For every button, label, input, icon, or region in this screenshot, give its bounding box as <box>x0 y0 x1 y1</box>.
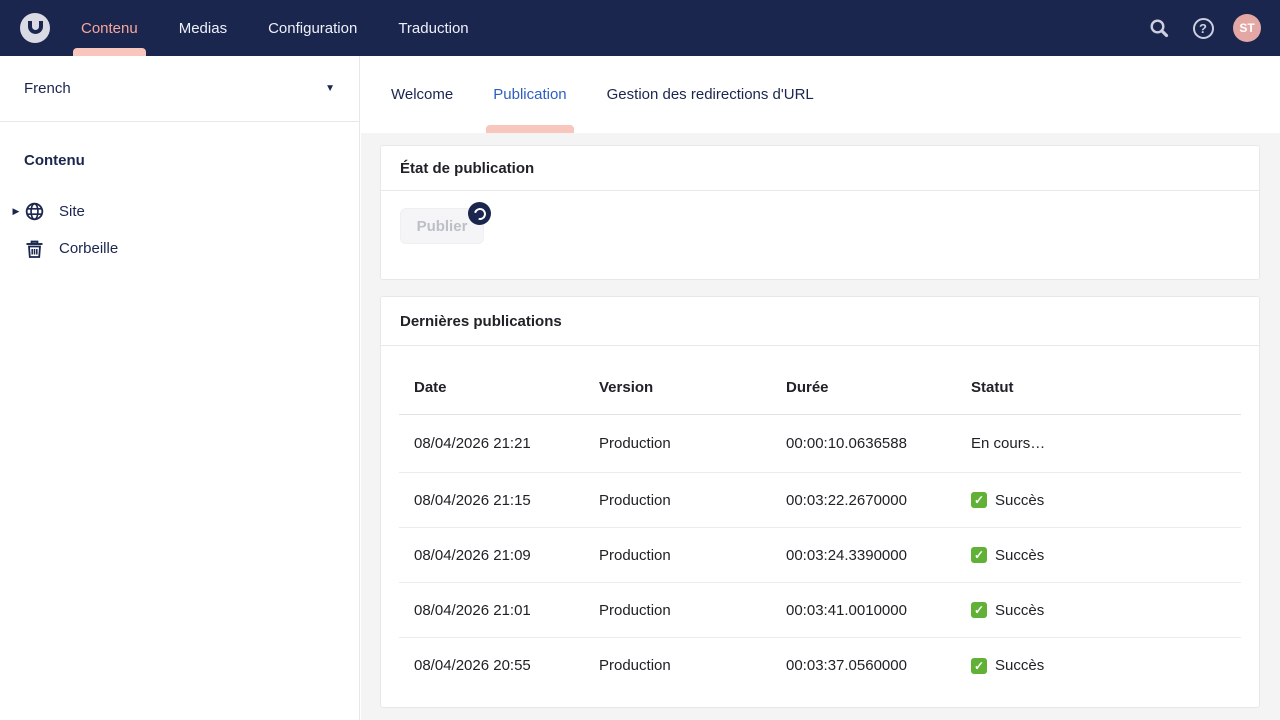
table-row: 08/04/2026 21:15 Production 00:03:22.267… <box>399 473 1241 528</box>
language-picker[interactable]: French ▼ <box>0 56 359 122</box>
cell-version: Production <box>599 435 671 452</box>
status-badge: En cours… <box>971 435 1241 452</box>
help-icon[interactable]: ? <box>1189 14 1217 42</box>
cell-version: Production <box>599 491 671 509</box>
content-tabbar: Welcome Publication Gestion des redirect… <box>361 56 1280 133</box>
loading-spinner-badge <box>468 202 491 225</box>
umbraco-backoffice: Contenu Medias Configuration Traduction <box>0 0 1280 720</box>
cell-duration: 00:03:37.0560000 <box>786 657 907 674</box>
tab-label: Publication <box>493 86 567 103</box>
status-text: En cours… <box>971 435 1046 452</box>
trash-icon <box>24 238 45 259</box>
spinner-icon <box>471 205 488 222</box>
card-title: Dernières publications <box>381 297 1259 346</box>
card-title: État de publication <box>381 146 1259 191</box>
tree-item-label: Site <box>59 203 85 220</box>
success-check-icon: ✓ <box>971 547 987 563</box>
nav-item-medias[interactable]: Medias <box>179 0 227 56</box>
cell-date: 08/04/2026 21:21 <box>414 435 531 452</box>
status-text: Succès <box>995 657 1045 674</box>
cell-date: 08/04/2026 21:09 <box>414 546 531 564</box>
nav-label: Contenu <box>81 19 138 37</box>
search-glyph <box>1150 19 1169 38</box>
main-content: Welcome Publication Gestion des redirect… <box>361 56 1280 720</box>
cell-duration: 00:03:24.3390000 <box>786 546 907 564</box>
status-text: Succès <box>995 546 1045 564</box>
chevron-down-icon: ▼ <box>325 83 335 94</box>
publications-table: Date Version Durée Statut 08/04/2026 21:… <box>381 346 1259 707</box>
cell-duration: 00:03:22.2670000 <box>786 491 907 509</box>
active-tab-underline <box>486 125 574 133</box>
publish-button-wrap: Publier <box>400 202 491 244</box>
umbraco-logo-icon[interactable] <box>20 13 50 43</box>
status-badge: ✓ Succès <box>971 547 1241 564</box>
publication-state-card: État de publication Publier <box>380 145 1260 280</box>
tree-section-header: Contenu <box>24 152 85 169</box>
nav-label: Configuration <box>268 19 358 37</box>
cell-date: 08/04/2026 21:01 <box>414 601 531 619</box>
expand-arrow-icon[interactable]: ▶ <box>8 206 24 217</box>
globe-icon <box>24 201 45 222</box>
tree-item-corbeille[interactable]: ▶ Corbeille <box>0 230 359 267</box>
tab-welcome[interactable]: Welcome <box>391 56 453 133</box>
search-icon[interactable] <box>1145 14 1173 42</box>
cell-version: Production <box>599 601 671 619</box>
table-header-row: Date Version Durée Statut <box>399 346 1241 415</box>
topbar-actions: ? ST <box>1145 14 1280 42</box>
nav-label: Traduction <box>398 19 469 37</box>
status-badge: ✓ Succès <box>971 602 1241 619</box>
topbar: Contenu Medias Configuration Traduction <box>0 0 1280 56</box>
status-text: Succès <box>995 491 1045 509</box>
success-check-icon: ✓ <box>971 602 987 618</box>
help-question-glyph: ? <box>1192 17 1214 39</box>
success-check-icon: ✓ <box>971 492 987 508</box>
cell-version: Production <box>599 657 671 674</box>
tab-publication[interactable]: Publication <box>486 56 574 133</box>
table-row: 08/04/2026 21:01 Production 00:03:41.001… <box>399 583 1241 638</box>
status-text: Succès <box>995 601 1045 619</box>
tab-panel-publication: État de publication Publier Dernières pu… <box>361 133 1280 708</box>
nav-label: Medias <box>178 19 228 37</box>
active-nav-underline <box>73 48 146 56</box>
cell-duration: 00:00:10.0636588 <box>786 435 907 452</box>
nav-item-configuration[interactable]: Configuration <box>268 0 357 56</box>
logo-u-shape <box>27 20 43 34</box>
col-header-version: Version <box>599 378 654 396</box>
tree-item-label: Corbeille <box>59 240 119 257</box>
tree-item-site[interactable]: ▶ Site <box>0 193 359 230</box>
user-avatar[interactable]: ST <box>1233 14 1261 42</box>
tab-label: Gestion des redirections d'URL <box>606 86 814 103</box>
table-row: 08/04/2026 20:55 Production 00:03:37.056… <box>399 638 1241 693</box>
nav-item-traduction[interactable]: Traduction <box>398 0 468 56</box>
table-row: 08/04/2026 21:21 Production 00:00:10.063… <box>399 415 1241 473</box>
sidebar: French ▼ Contenu ▶ Site ▶ <box>0 56 360 720</box>
status-badge: ✓ Succès <box>971 657 1241 674</box>
top-navigation: Contenu Medias Configuration Traduction <box>73 0 510 56</box>
nav-item-contenu[interactable]: Contenu <box>73 0 146 56</box>
tab-gestion-redirections[interactable]: Gestion des redirections d'URL <box>607 56 814 133</box>
col-header-statut: Statut <box>971 378 1014 396</box>
table-row: 08/04/2026 21:09 Production 00:03:24.339… <box>399 528 1241 583</box>
cell-duration: 00:03:41.0010000 <box>786 601 907 619</box>
table-body: 08/04/2026 21:21 Production 00:00:10.063… <box>399 415 1241 693</box>
cell-date: 08/04/2026 20:55 <box>414 657 531 674</box>
sidebar-tree-section: Contenu ▶ Site ▶ <box>0 152 359 267</box>
success-check-icon: ✓ <box>971 657 987 674</box>
cell-version: Production <box>599 546 671 564</box>
language-picker-value: French <box>24 80 71 97</box>
latest-publications-card: Dernières publications Date Version Duré… <box>380 296 1260 708</box>
status-badge: ✓ Succès <box>971 492 1241 509</box>
col-header-date: Date <box>414 378 447 396</box>
cell-date: 08/04/2026 21:15 <box>414 491 531 509</box>
card-body: Publier <box>381 191 1259 279</box>
tab-label: Welcome <box>391 86 454 103</box>
col-header-duree: Durée <box>786 378 829 396</box>
